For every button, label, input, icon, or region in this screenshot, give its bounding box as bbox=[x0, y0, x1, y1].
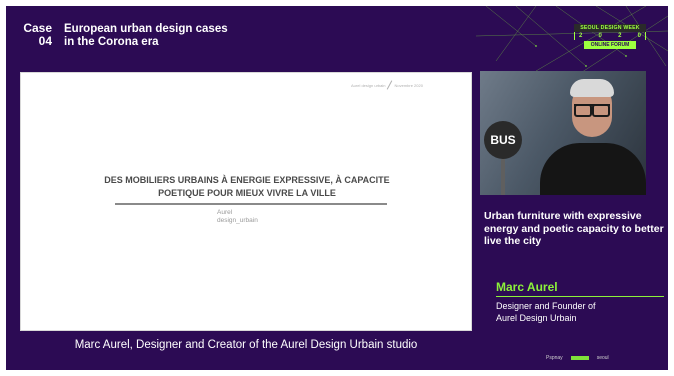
video-frame: Case 04 European urban design cases in t… bbox=[6, 6, 668, 370]
badge-title: SEOUL DESIGN WEEK bbox=[574, 24, 646, 32]
case-number-text: 04 bbox=[38, 34, 52, 48]
case-title: European urban design cases in the Coron… bbox=[64, 23, 228, 49]
bus-stop-sign: BUS bbox=[484, 121, 522, 159]
case-title-line1: European urban design cases bbox=[64, 23, 228, 35]
slide-title: DES MOBILIERS URBAINS À ENERGIE EXPRESSI… bbox=[104, 175, 390, 198]
seoul-logo: seoul bbox=[596, 355, 609, 361]
footer-logos: Pspnay seoul bbox=[546, 355, 609, 361]
badge-year-digit: 2 bbox=[579, 33, 583, 39]
slide-header-divider bbox=[387, 80, 393, 90]
slide-author-line1: Aurel bbox=[217, 209, 233, 216]
bus-stop-pole bbox=[501, 159, 505, 195]
presentation-slide: Aurel design urbain Novembre 2020 DES MO… bbox=[20, 72, 472, 331]
sponsor-logo-bar bbox=[570, 356, 589, 360]
speaker-role-line1: Designer and Founder of bbox=[496, 301, 596, 311]
case-title-line2: in the Corona era bbox=[64, 36, 159, 48]
glasses-icon bbox=[574, 104, 610, 117]
speaker-hair bbox=[570, 79, 614, 97]
slide-author: Aurel design_urbain bbox=[217, 209, 258, 225]
slide-header-left: Aurel design urbain bbox=[351, 82, 386, 88]
speaker-body bbox=[540, 143, 646, 195]
badge-subtitle: ONLINE FORUM bbox=[584, 41, 636, 49]
talk-topic: Urban furniture with expressive energy a… bbox=[484, 210, 664, 247]
slide-header: Aurel design urbain Novembre 2020 bbox=[351, 80, 423, 90]
seoul-design-week-badge: SEOUL DESIGN WEEK 2 0 2 0 ONLINE FORUM bbox=[574, 24, 646, 49]
badge-year-digit: 0 bbox=[598, 33, 602, 39]
badge-year: 2 0 2 0 bbox=[574, 32, 646, 40]
speaker-caption: Marc Aurel, Designer and Creator of the … bbox=[74, 339, 418, 351]
speaker-name: Marc Aurel bbox=[496, 280, 558, 294]
slide-divider bbox=[115, 203, 387, 205]
speaker-figure bbox=[540, 77, 646, 195]
sponsor-logo: Pspnay bbox=[546, 355, 563, 361]
badge-year-digit: 0 bbox=[637, 33, 641, 39]
slide-author-line2: design_urbain bbox=[217, 217, 258, 224]
speaker-video: BUS bbox=[480, 71, 646, 195]
case-number: Case 04 bbox=[16, 22, 52, 48]
speaker-role-line2: Aurel Design Urbain bbox=[496, 313, 577, 323]
badge-year-digit: 2 bbox=[618, 33, 622, 39]
speaker-role: Designer and Founder of Aurel Design Urb… bbox=[496, 300, 596, 324]
slide-header-right: Novembre 2020 bbox=[394, 82, 423, 88]
speaker-divider bbox=[496, 296, 664, 297]
